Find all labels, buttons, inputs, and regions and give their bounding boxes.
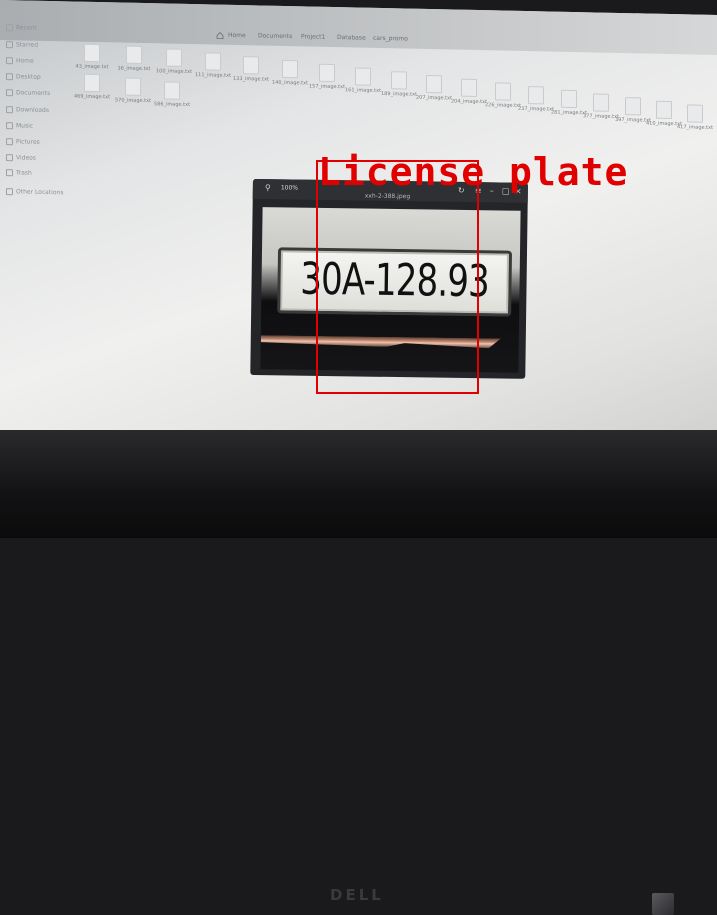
text-file-icon [205,52,221,71]
breadcrumb-cars-promo[interactable]: cars_promo [373,35,408,43]
file-item[interactable]: 157_image.txt [307,63,347,90]
text-file-icon [687,104,703,123]
breadcrumb-home[interactable]: Home [228,32,246,39]
file-item[interactable]: 161_image.txt [343,67,383,94]
text-file-icon [528,86,544,105]
text-file-icon [656,100,672,120]
zoom-level[interactable]: 100% [281,184,298,191]
detection-bounding-box [316,160,479,394]
home-icon[interactable] [216,32,224,40]
sidebar-item-desktop[interactable]: Desktop [6,73,41,81]
file-item[interactable]: 36_image.txt [114,45,154,72]
breadcrumb-database[interactable]: Database [337,34,366,42]
file-item[interactable]: 140_image.txt [270,59,310,87]
text-file-icon [166,48,182,67]
file-item[interactable]: 207_image.txt [414,74,454,102]
file-item[interactable]: 469_image.txt [72,73,112,101]
detection-label: License plate [318,150,629,194]
sidebar-item-pictures[interactable]: Pictures [6,138,40,145]
sidebar-item-starred[interactable]: Starred [6,41,38,48]
text-file-icon [164,81,180,100]
sidebar-item-music[interactable]: Music [6,122,33,129]
sidebar-item-home[interactable]: Home [6,57,34,64]
text-file-icon [355,67,371,86]
file-item[interactable]: 417_image.txt [675,104,715,131]
file-item[interactable]: 43_image.txt [72,43,112,71]
sidebar-item-other-locations[interactable]: Other Locations [6,188,63,196]
text-file-icon [125,77,141,96]
sidebar-item-downloads[interactable]: Downloads [6,106,49,114]
sidebar-item-videos[interactable]: Videos [6,154,36,161]
text-file-icon [391,71,407,90]
sticker [652,893,674,915]
sidebar-item-recent[interactable]: Recent [6,24,37,31]
text-file-icon [426,74,442,94]
text-file-icon [319,63,335,83]
text-file-icon [625,97,641,116]
file-item[interactable]: 133_image.txt [231,56,271,83]
file-item[interactable]: 111_image.txt [193,52,233,79]
text-file-icon [126,45,142,64]
text-file-icon [495,82,511,101]
monitor-logo: DELL [330,886,384,904]
sidebar-item-documents[interactable]: Documents [6,89,50,97]
file-item[interactable]: 570_image.txt [113,77,153,104]
zoom-icon[interactable]: ⚲ [265,183,273,192]
text-file-icon [84,43,100,63]
breadcrumb-project1[interactable]: Project1 [301,33,325,41]
text-file-icon [243,56,259,75]
sidebar-item-trash[interactable]: Trash [6,169,32,176]
text-file-icon [282,59,298,79]
text-file-icon [461,78,477,97]
text-file-icon [561,89,577,109]
file-item[interactable]: 189_image.txt [379,71,419,98]
monitor-bezel: DELL [0,430,717,915]
breadcrumb-documents[interactable]: Documents [258,32,292,40]
text-file-icon [593,93,609,112]
file-item[interactable]: 100_image.txt [154,48,194,75]
file-item[interactable]: 586_image.txt [152,81,192,108]
file-manager-sidebar: Recent Starred Home Desktop Documents Do… [0,20,68,241]
text-file-icon [84,73,100,93]
